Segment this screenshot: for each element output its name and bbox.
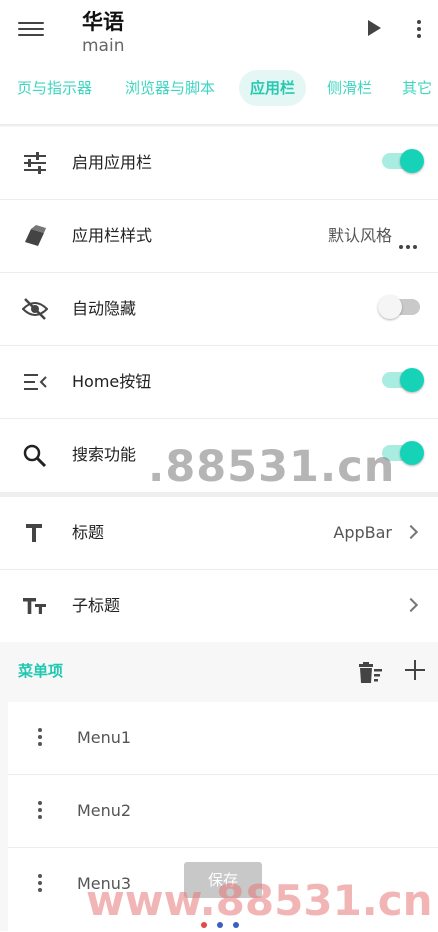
chevron-right-icon bbox=[403, 524, 419, 540]
search-icon bbox=[22, 443, 48, 468]
setting-subtitle[interactable]: 子标题 bbox=[0, 570, 438, 643]
section-title: 菜单项 bbox=[18, 662, 64, 680]
more-vert-icon[interactable] bbox=[416, 20, 422, 42]
list-item[interactable]: Menu2 bbox=[8, 775, 438, 848]
watermark-red: www.88531.cn bbox=[86, 876, 433, 925]
setting-label: 子标题 bbox=[72, 596, 121, 615]
menu-item-label: Menu2 bbox=[77, 801, 132, 820]
page-subtitle: main bbox=[82, 36, 125, 56]
list-item[interactable]: Menu1 bbox=[8, 702, 438, 775]
tab-other[interactable]: 其它 bbox=[402, 70, 432, 106]
tab-drawer[interactable]: 侧滑栏 bbox=[327, 70, 372, 106]
drag-handle-icon[interactable] bbox=[38, 801, 42, 822]
tab-browser-script[interactable]: 浏览器与脚本 bbox=[125, 70, 215, 106]
add-icon[interactable] bbox=[405, 660, 425, 680]
style-icon bbox=[22, 224, 48, 248]
setting-appbar-style[interactable]: 应用栏样式 默认风格 bbox=[0, 200, 438, 273]
page-title: 华语 bbox=[82, 10, 124, 34]
menu-icon[interactable] bbox=[18, 18, 44, 40]
setting-home-button[interactable]: Home按钮 bbox=[0, 346, 438, 419]
enable-appbar-toggle[interactable] bbox=[382, 149, 424, 173]
setting-enable-appbar[interactable]: 启用应用栏 bbox=[0, 127, 438, 200]
play-icon[interactable] bbox=[368, 20, 381, 36]
setting-label: 搜索功能 bbox=[72, 445, 137, 464]
title-value: AppBar bbox=[333, 523, 392, 542]
tab-bar: 页与指示器 浏览器与脚本 应用栏 侧滑栏 其它 bbox=[0, 70, 438, 110]
more-horiz-icon[interactable] bbox=[399, 234, 420, 253]
list-gutter bbox=[0, 702, 8, 931]
menu-open-icon bbox=[22, 370, 48, 394]
setting-label: 标题 bbox=[72, 523, 105, 542]
home-button-toggle[interactable] bbox=[382, 368, 424, 392]
tab-appbar[interactable]: 应用栏 bbox=[239, 70, 307, 106]
drag-handle-icon[interactable] bbox=[38, 728, 42, 749]
setting-auto-hide[interactable]: 自动隐藏 bbox=[0, 273, 438, 346]
drag-handle-icon[interactable] bbox=[38, 874, 42, 895]
appbar-style-value: 默认风格 bbox=[327, 226, 392, 245]
chevron-right-icon bbox=[403, 597, 419, 613]
app-bar: 华语 main bbox=[0, 0, 438, 64]
setting-label: 启用应用栏 bbox=[72, 153, 153, 172]
title-icon bbox=[22, 521, 48, 545]
watermark-gray: .88531.cn bbox=[148, 442, 396, 492]
auto-hide-toggle[interactable] bbox=[378, 295, 420, 319]
visibility-off-icon bbox=[21, 297, 49, 321]
text-fields-icon bbox=[22, 594, 48, 618]
setting-label: 应用栏样式 bbox=[72, 226, 153, 245]
delete-sweep-icon[interactable] bbox=[359, 662, 383, 688]
tab-page-indicator[interactable]: 页与指示器 bbox=[17, 70, 92, 106]
setting-label: 自动隐藏 bbox=[72, 299, 137, 318]
setting-title[interactable]: 标题 AppBar bbox=[0, 497, 438, 570]
menu-item-label: Menu1 bbox=[77, 728, 132, 747]
setting-label: Home按钮 bbox=[72, 372, 152, 391]
tune-icon bbox=[22, 151, 48, 175]
